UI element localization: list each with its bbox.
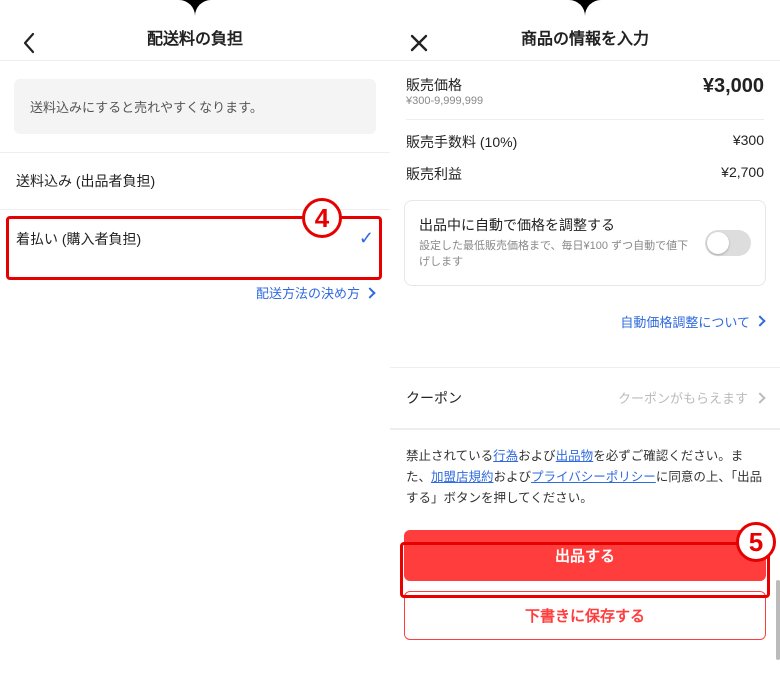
coupon-label: クーポン: [406, 388, 462, 408]
annotation-badge-5: 5: [736, 522, 776, 562]
terms-text: 禁止されている行為および出品物を必ずご確認ください。また、加盟店規約およびプライ…: [390, 429, 780, 522]
link-label: 自動価格調整について: [620, 312, 750, 331]
price-range: ¥300-9,999,999: [406, 95, 483, 107]
terms-link-privacy[interactable]: プライバシーポリシー: [531, 470, 656, 484]
coupon-hint: クーポンがもらえます: [618, 388, 748, 407]
profit-value: ¥2,700: [721, 164, 764, 180]
auto-price-adjust-box: 出品中に自動で価格を調整する 設定した最低販売価格まで、毎日¥100 ずつ自動で…: [404, 200, 766, 286]
notice-box: 送料込みにすると売れやすくなります。: [14, 79, 376, 134]
link-label: 配送方法の決め方: [256, 283, 360, 302]
annotation-badge-4: 4: [302, 198, 342, 238]
fee-value: ¥300: [733, 132, 764, 148]
option-label: 着払い (購入者負担): [16, 229, 141, 249]
close-button[interactable]: [404, 28, 434, 58]
save-draft-button[interactable]: 下書きに保存する: [404, 591, 766, 640]
header: 配送料の負担: [0, 0, 390, 60]
chevron-left-icon: [22, 32, 36, 54]
price-label: 販売価格: [406, 75, 483, 95]
shipping-help-link[interactable]: 配送方法の決め方: [0, 267, 390, 318]
coupon-row[interactable]: クーポン クーポンがもらえます: [390, 367, 780, 429]
back-button[interactable]: [14, 28, 44, 58]
terms-link-items[interactable]: 出品物: [556, 449, 594, 463]
shipping-burden-screen: 配送料の負担 送料込みにすると売れやすくなります。 送料込み (出品者負担) 着…: [0, 0, 390, 677]
chevron-right-icon: [364, 287, 375, 298]
auto-desc: 設定した最低販売価格まで、毎日¥100 ずつ自動で値下げします: [419, 239, 695, 271]
price-value: ¥3,000: [703, 75, 764, 98]
auto-price-help-link[interactable]: 自動価格調整について: [390, 296, 780, 347]
option-label: 送料込み (出品者負担): [16, 171, 155, 191]
page-title: 商品の情報を入力: [521, 25, 649, 49]
check-icon: ✓: [359, 228, 374, 249]
profit-label: 販売利益: [406, 164, 462, 184]
terms-link-merchant[interactable]: 加盟店規約: [431, 470, 494, 484]
price-row[interactable]: 販売価格 ¥300-9,999,999 ¥3,000: [390, 61, 780, 107]
header: 商品の情報を入力: [390, 0, 780, 60]
profit-row: 販売利益 ¥2,700: [390, 152, 780, 184]
terms-link-acts[interactable]: 行為: [493, 449, 518, 463]
fee-row: 販売手数料 (10%) ¥300: [390, 120, 780, 152]
list-item-button[interactable]: 出品する: [404, 530, 766, 581]
page-title: 配送料の負担: [147, 25, 243, 49]
close-icon: [410, 34, 428, 52]
auto-title: 出品中に自動で価格を調整する: [419, 215, 695, 235]
fee-label: 販売手数料 (10%): [406, 132, 517, 152]
chevron-right-icon: [754, 316, 765, 327]
auto-toggle[interactable]: [705, 230, 751, 256]
item-info-screen: 商品の情報を入力 販売価格 ¥300-9,999,999 ¥3,000 販売手数…: [390, 0, 780, 677]
scroll-indicator[interactable]: [776, 580, 780, 660]
chevron-right-icon: [754, 392, 765, 403]
